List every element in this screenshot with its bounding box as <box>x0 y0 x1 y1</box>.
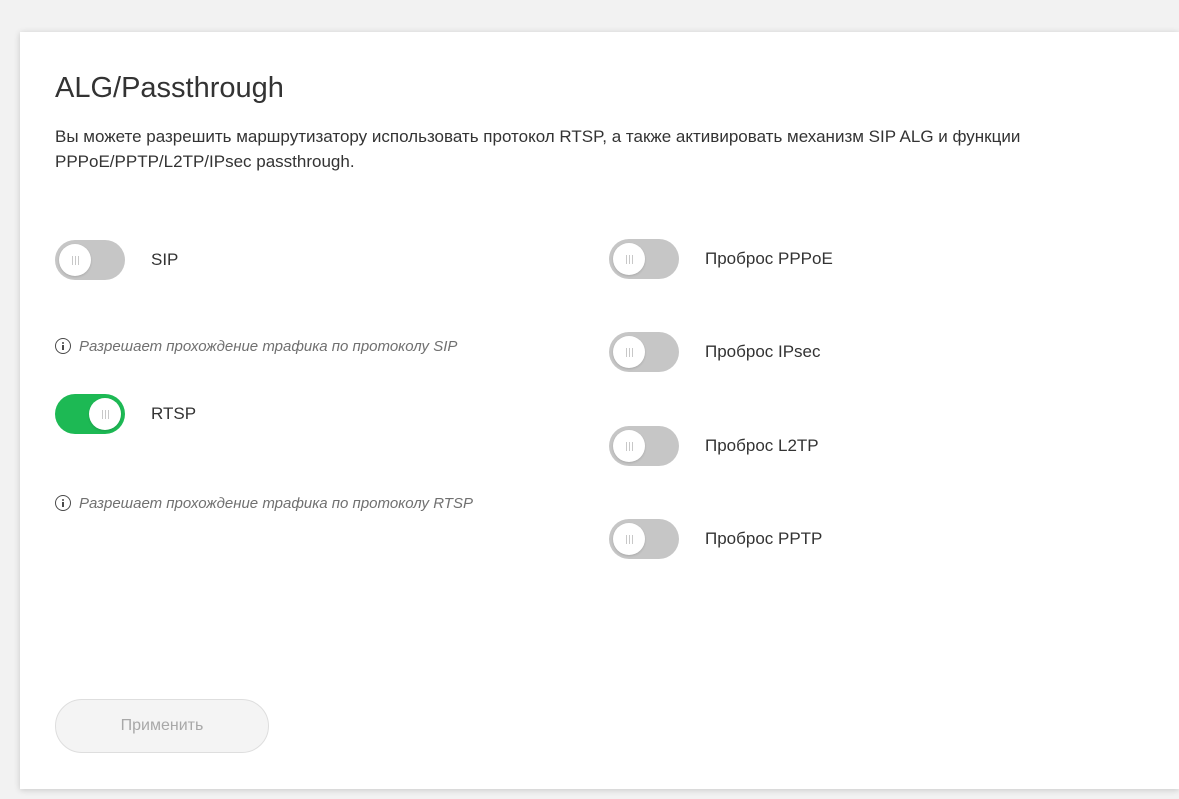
sip-setting: SIP <box>55 240 178 280</box>
toggle-knob <box>613 430 645 462</box>
page-title: ALG/Passthrough <box>55 72 284 104</box>
toggle-knob <box>613 336 645 368</box>
pptp-setting: Проброс PPTP <box>609 519 822 559</box>
sip-hint: Разрешает прохождение трафика по протоко… <box>55 335 575 358</box>
info-icon <box>55 495 71 511</box>
ipsec-label: Проброс IPsec <box>705 342 821 361</box>
rtsp-hint-text: Разрешает прохождение трафика по протоко… <box>79 495 473 512</box>
l2tp-toggle[interactable] <box>609 426 679 466</box>
grip-icon <box>625 254 633 264</box>
l2tp-label: Проброс L2TP <box>705 436 819 455</box>
grip-icon <box>71 255 79 265</box>
pptp-label: Проброс PPTP <box>705 529 823 548</box>
grip-icon <box>625 347 633 357</box>
rtsp-setting: RTSP <box>55 394 196 434</box>
alg-passthrough-panel: ALG/Passthrough Вы можете разрешить марш… <box>20 32 1179 789</box>
info-icon <box>55 338 71 354</box>
toggle-knob <box>59 244 91 276</box>
ipsec-setting: Проброс IPsec <box>609 332 821 372</box>
pppoe-setting: Проброс PPPoE <box>609 239 833 279</box>
toggle-knob <box>613 243 645 275</box>
toggle-knob <box>89 398 121 430</box>
sip-toggle[interactable] <box>55 240 125 280</box>
pppoe-label: Проброс PPPoE <box>705 249 833 268</box>
sip-hint-text: Разрешает прохождение трафика по протоко… <box>79 338 458 355</box>
pptp-toggle[interactable] <box>609 519 679 559</box>
toggle-knob <box>613 523 645 555</box>
ipsec-toggle[interactable] <box>609 332 679 372</box>
sip-label: SIP <box>151 250 179 269</box>
grip-icon <box>101 409 109 419</box>
grip-icon <box>625 441 633 451</box>
page-description: Вы можете разрешить маршрутизатору испол… <box>55 127 1021 171</box>
grip-icon <box>625 534 633 544</box>
rtsp-label: RTSP <box>151 404 197 423</box>
pppoe-toggle[interactable] <box>609 239 679 279</box>
rtsp-toggle[interactable] <box>55 394 125 434</box>
apply-button[interactable]: Применить <box>55 699 269 753</box>
rtsp-hint: Разрешает прохождение трафика по протоко… <box>55 492 545 515</box>
l2tp-setting: Проброс L2TP <box>609 426 819 466</box>
